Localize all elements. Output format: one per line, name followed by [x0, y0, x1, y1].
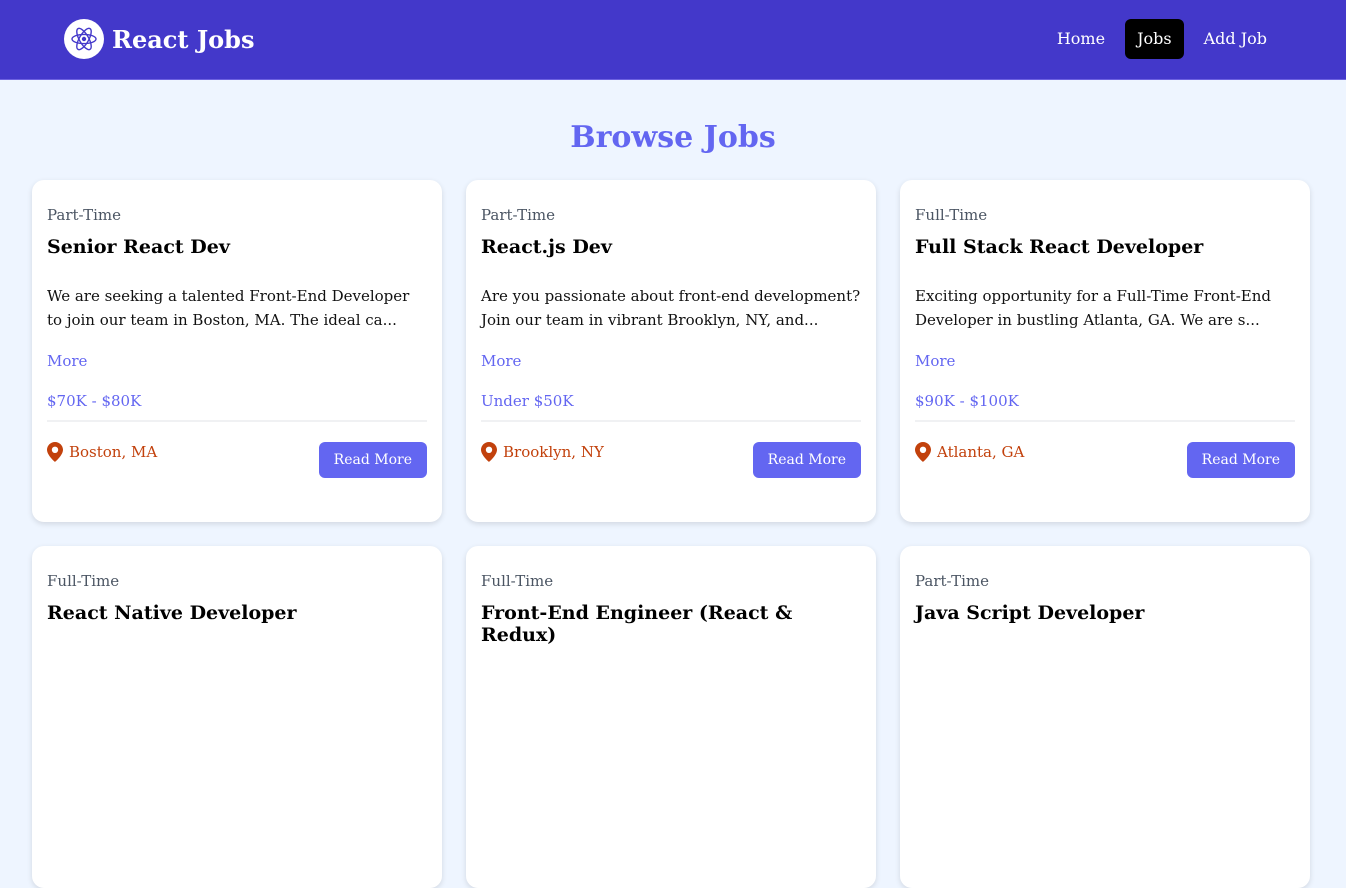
nav-links: Home Jobs Add Job	[1045, 19, 1279, 59]
job-card: Part-Time Java Script Developer	[900, 546, 1310, 888]
job-type: Part-Time	[915, 572, 989, 590]
job-title: Front-End Engineer (React & Redux)	[481, 602, 793, 646]
job-location-text: Boston, MA	[69, 443, 158, 461]
more-toggle[interactable]: More	[47, 352, 427, 370]
job-location: Brooklyn, NY	[481, 442, 604, 462]
job-type: Part-Time	[481, 206, 555, 224]
more-toggle[interactable]: More	[915, 352, 1295, 370]
job-description: Exciting opportunity for a Full-Time Fro…	[915, 287, 1271, 329]
read-more-button[interactable]: Read More	[752, 442, 861, 478]
map-marker-icon	[481, 442, 497, 462]
job-card: Full-Time Front-End Engineer (React & Re…	[466, 546, 876, 888]
job-location: Atlanta, GA	[915, 442, 1024, 462]
more-toggle[interactable]: More	[481, 352, 861, 370]
job-card: Full-Time Full Stack React Developer Exc…	[900, 180, 1310, 522]
job-type: Full-Time	[915, 206, 988, 224]
brand-name: React Jobs	[112, 24, 255, 54]
card-divider	[47, 420, 427, 422]
map-marker-icon	[47, 442, 63, 462]
job-title: Java Script Developer	[915, 602, 1145, 624]
job-description: We are seeking a talented Front-End Deve…	[47, 287, 410, 329]
job-title: Senior React Dev	[47, 236, 230, 258]
card-divider	[481, 420, 861, 422]
job-salary: $70K - $80K	[47, 392, 142, 410]
brand[interactable]: React Jobs	[64, 19, 254, 59]
react-atom-icon	[64, 19, 104, 59]
job-card: Part-Time React.js Dev Are you passionat…	[466, 180, 876, 522]
card-divider	[915, 420, 1295, 422]
job-location-text: Atlanta, GA	[937, 443, 1025, 461]
nav-add-job-link[interactable]: Add Job	[1192, 19, 1279, 59]
read-more-button[interactable]: Read More	[318, 442, 427, 478]
map-marker-icon	[915, 442, 931, 462]
job-title: React Native Developer	[47, 602, 297, 624]
read-more-button[interactable]: Read More	[1186, 442, 1295, 478]
job-title: React.js Dev	[481, 236, 612, 258]
job-card: Full-Time React Native Developer	[32, 546, 442, 888]
job-location-text: Brooklyn, NY	[503, 443, 604, 461]
job-type: Part-Time	[47, 206, 121, 224]
job-type: Full-Time	[47, 572, 120, 590]
job-type: Full-Time	[481, 572, 554, 590]
job-salary: $90K - $100K	[915, 392, 1019, 410]
job-location: Boston, MA	[47, 442, 157, 462]
nav-home-link[interactable]: Home	[1045, 19, 1117, 59]
job-salary: Under $50K	[481, 392, 574, 410]
job-listings-grid: Part-Time Senior React Dev We are seekin…	[32, 180, 1311, 888]
nav-jobs-link[interactable]: Jobs	[1125, 19, 1184, 59]
job-description: Are you passionate about front-end devel…	[481, 287, 861, 329]
job-title: Full Stack React Developer	[915, 236, 1204, 258]
job-card: Part-Time Senior React Dev We are seekin…	[32, 180, 442, 522]
page-title: Browse Jobs	[570, 120, 776, 155]
top-navbar: React Jobs Home Jobs Add Job	[0, 0, 1346, 80]
